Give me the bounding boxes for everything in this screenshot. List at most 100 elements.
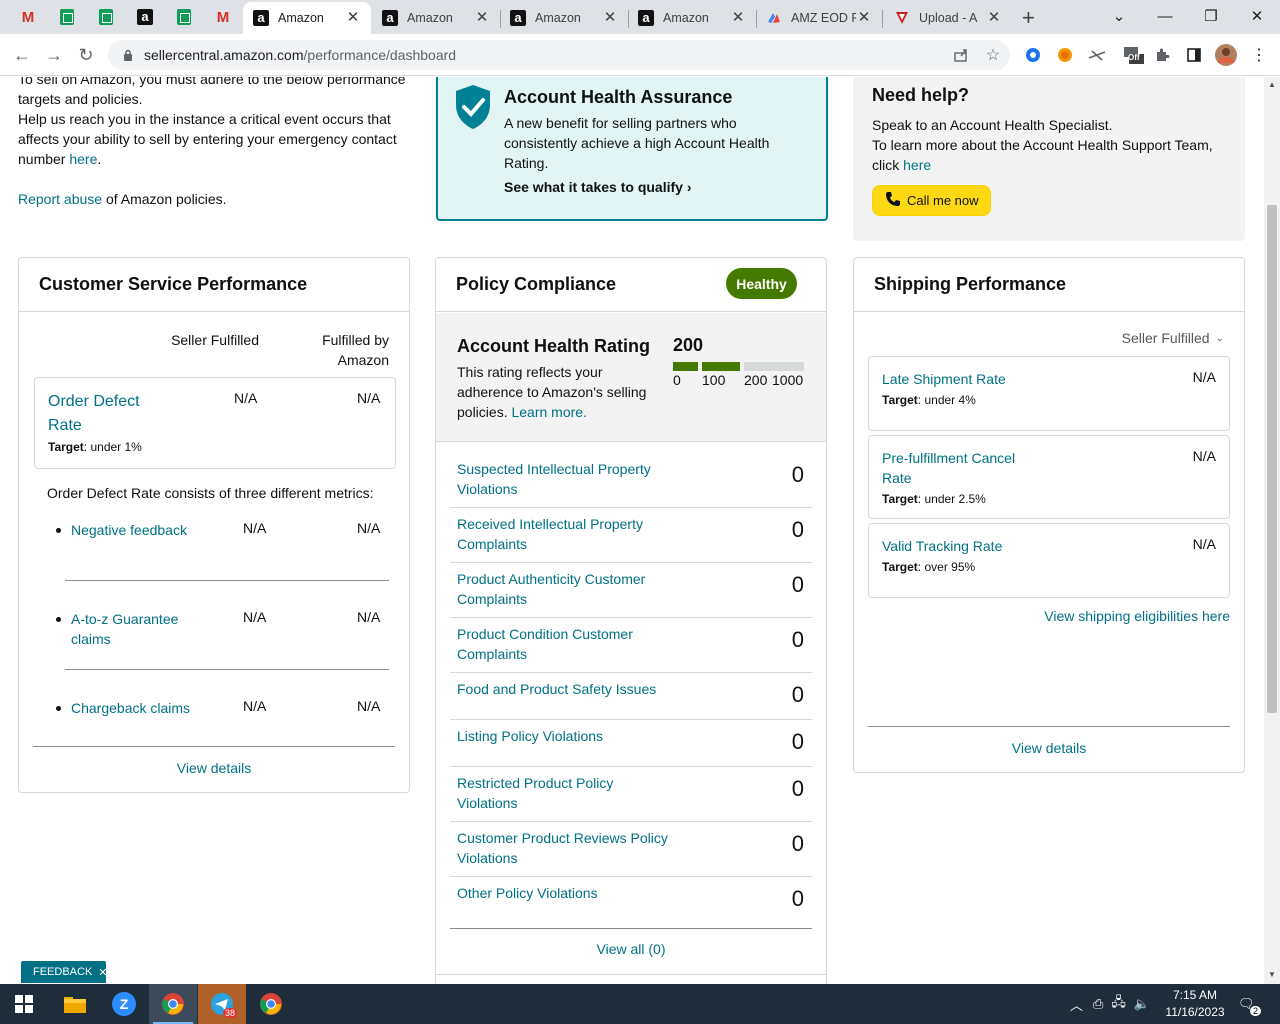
qualify-link[interactable]: See what it takes to qualify › — [504, 179, 692, 195]
policy-link[interactable]: Product Condition Customer Complaints — [457, 624, 677, 664]
browser-tab[interactable]: a Amazon ✕ — [243, 2, 371, 34]
scroll-down-icon[interactable]: ▼ — [1267, 970, 1277, 980]
close-tab-icon[interactable]: ✕ — [986, 10, 1002, 26]
rating-bar-segment — [673, 362, 698, 371]
atoz-claims-link[interactable]: A-to-z Guarantee claims — [71, 609, 201, 649]
divider — [65, 669, 389, 670]
support-team-link[interactable]: here — [903, 157, 931, 173]
file-explorer-button[interactable] — [51, 984, 99, 1024]
policy-link[interactable]: Restricted Product Policy Violations — [457, 773, 677, 813]
sheets-pinned-tab[interactable] — [53, 5, 81, 29]
close-tab-icon[interactable]: ✕ — [474, 10, 490, 26]
extension-off-icon[interactable]: Off — [1120, 44, 1146, 66]
metric-seller-value: N/A — [243, 520, 267, 536]
gmail-pinned-tab[interactable]: M — [14, 5, 42, 29]
emergency-contact-link[interactable]: here — [69, 151, 97, 167]
learn-more-link[interactable]: Learn more. — [511, 404, 586, 420]
policy-row: Product Condition Customer Complaints 0 — [450, 618, 812, 673]
volume-icon[interactable]: 🔈 — [1134, 996, 1150, 1012]
browser-tab[interactable]: a Amazon ✕ — [372, 2, 500, 34]
start-button[interactable] — [0, 984, 48, 1024]
chevron-up-icon[interactable]: ︿ — [1070, 995, 1083, 1014]
telegram-button[interactable]: 38 — [198, 984, 246, 1024]
policy-count: 0 — [791, 831, 804, 856]
shipping-view-details-link[interactable]: View details — [854, 740, 1244, 756]
policy-link[interactable]: Customer Product Reviews Policy Violatio… — [457, 828, 677, 868]
close-window-button[interactable]: ✕ — [1234, 0, 1280, 32]
page-scrollbar[interactable]: ▲ ▼ — [1264, 77, 1280, 984]
scroll-thumb[interactable] — [1267, 205, 1277, 713]
rating-bar-segment — [702, 362, 740, 371]
cs-view-details-link[interactable]: View details — [19, 760, 409, 776]
kebab-menu-icon[interactable]: ⋮ — [1248, 44, 1270, 66]
browser-tab[interactable]: Upload - A ✕ — [884, 2, 1012, 34]
need-help-card: Need help? Speak to an Account Health Sp… — [853, 77, 1245, 241]
share-icon[interactable] — [950, 44, 972, 66]
extension-icon[interactable] — [1022, 44, 1044, 66]
policy-link[interactable]: Suspected Intellectual Property Violatio… — [457, 459, 677, 499]
minimize-button[interactable]: — — [1142, 0, 1188, 32]
meet-now-icon[interactable]: ⎙ — [1093, 996, 1103, 1012]
new-tab-button[interactable]: + — [1018, 2, 1048, 34]
policy-link[interactable]: Food and Product Safety Issues — [457, 679, 677, 699]
view-all-policies-link[interactable]: View all (0) — [436, 941, 826, 957]
browser-tab[interactable]: AMZ EOD F ✕ — [756, 2, 882, 34]
account-health-assurance-card: Account Health Assurance A new benefit f… — [436, 77, 828, 221]
close-icon[interactable]: ✕ — [98, 966, 107, 979]
bookmark-star-icon[interactable]: ☆ — [982, 44, 1004, 66]
chrome-taskbar-button[interactable] — [247, 984, 295, 1024]
report-abuse-link[interactable]: Report abuse — [18, 191, 102, 207]
late-shipment-rate-link[interactable]: Late Shipment Rate — [882, 369, 1052, 389]
fulfillment-filter-dropdown[interactable]: Seller Fulfilled ⌄ — [1122, 330, 1224, 346]
amazon-icon: a — [382, 10, 398, 26]
shipping-eligibilities-link[interactable]: View shipping eligibilities here — [1044, 608, 1230, 624]
cancel-rate-link[interactable]: Pre-fulfillment Cancel Rate — [882, 448, 1032, 488]
rating-tick: 100 — [702, 372, 726, 388]
network-icon[interactable]: 🖧 — [1111, 993, 1126, 1015]
chevron-right-icon: › — [686, 179, 692, 195]
sheets-pinned-tab[interactable] — [170, 5, 198, 29]
windows-taskbar: Z 38 ︿ ⎙ 🖧 🔈 7:15 AM 11/16/2023 🗨 2 — [0, 984, 1280, 1024]
profile-avatar[interactable] — [1214, 43, 1238, 67]
policy-link[interactable]: Listing Policy Violations — [457, 726, 677, 746]
scroll-up-icon[interactable]: ▲ — [1267, 80, 1277, 90]
close-tab-icon[interactable]: ✕ — [602, 10, 618, 26]
forward-button[interactable]: → — [41, 42, 67, 68]
chrome-taskbar-button[interactable] — [149, 984, 197, 1024]
feedback-button[interactable]: FEEDBACK ✕ — [21, 961, 108, 983]
gmail-pinned-tab[interactable]: M — [209, 5, 237, 29]
side-panel-icon[interactable] — [1183, 44, 1205, 66]
negative-feedback-link[interactable]: Negative feedback — [71, 520, 201, 540]
amazon-pinned-tab[interactable]: a — [131, 5, 159, 29]
browser-tab[interactable]: a Amazon ✕ — [628, 2, 756, 34]
policy-link[interactable]: Product Authenticity Customer Complaints — [457, 569, 677, 609]
target-value: : under 2.5% — [917, 492, 986, 506]
extension-icon[interactable] — [1054, 44, 1076, 66]
restore-button[interactable]: ❐ — [1188, 0, 1234, 32]
browser-tab[interactable]: a Amazon ✕ — [500, 2, 628, 34]
chargeback-claims-link[interactable]: Chargeback claims — [71, 698, 201, 718]
reload-button[interactable]: ↻ — [73, 42, 99, 68]
order-defect-rate-link[interactable]: Order Defect Rate — [48, 390, 168, 438]
policy-link[interactable]: Received Intellectual Property Complaint… — [457, 514, 677, 554]
tab-title: Amazon — [535, 11, 581, 25]
valid-tracking-rate-link[interactable]: Valid Tracking Rate — [882, 536, 1052, 556]
extensions-puzzle-icon[interactable] — [1151, 44, 1173, 66]
extension-icon[interactable] — [1086, 44, 1108, 66]
policy-link[interactable]: Other Policy Violations — [457, 883, 677, 903]
close-tab-icon[interactable]: ✕ — [730, 10, 746, 26]
clock[interactable]: 7:15 AM 11/16/2023 — [1160, 987, 1230, 1021]
call-me-now-button[interactable]: Call me now — [872, 185, 991, 216]
notification-center-button[interactable]: 🗨 2 — [1238, 984, 1262, 1024]
upload-icon — [894, 10, 910, 26]
close-tab-icon[interactable]: ✕ — [345, 10, 361, 26]
zoom-button[interactable]: Z — [100, 984, 148, 1024]
metric-seller-value: N/A — [243, 609, 267, 625]
back-button[interactable]: ← — [9, 42, 35, 68]
tab-search-button[interactable]: ⌄ — [1096, 0, 1142, 32]
url-bar[interactable]: sellercentral.amazon.com/performance/das… — [108, 40, 1010, 70]
ahr-title: Account Health Rating — [457, 336, 651, 356]
close-tab-icon[interactable]: ✕ — [856, 10, 872, 26]
sheets-pinned-tab[interactable] — [92, 5, 120, 29]
bullet — [56, 617, 61, 622]
